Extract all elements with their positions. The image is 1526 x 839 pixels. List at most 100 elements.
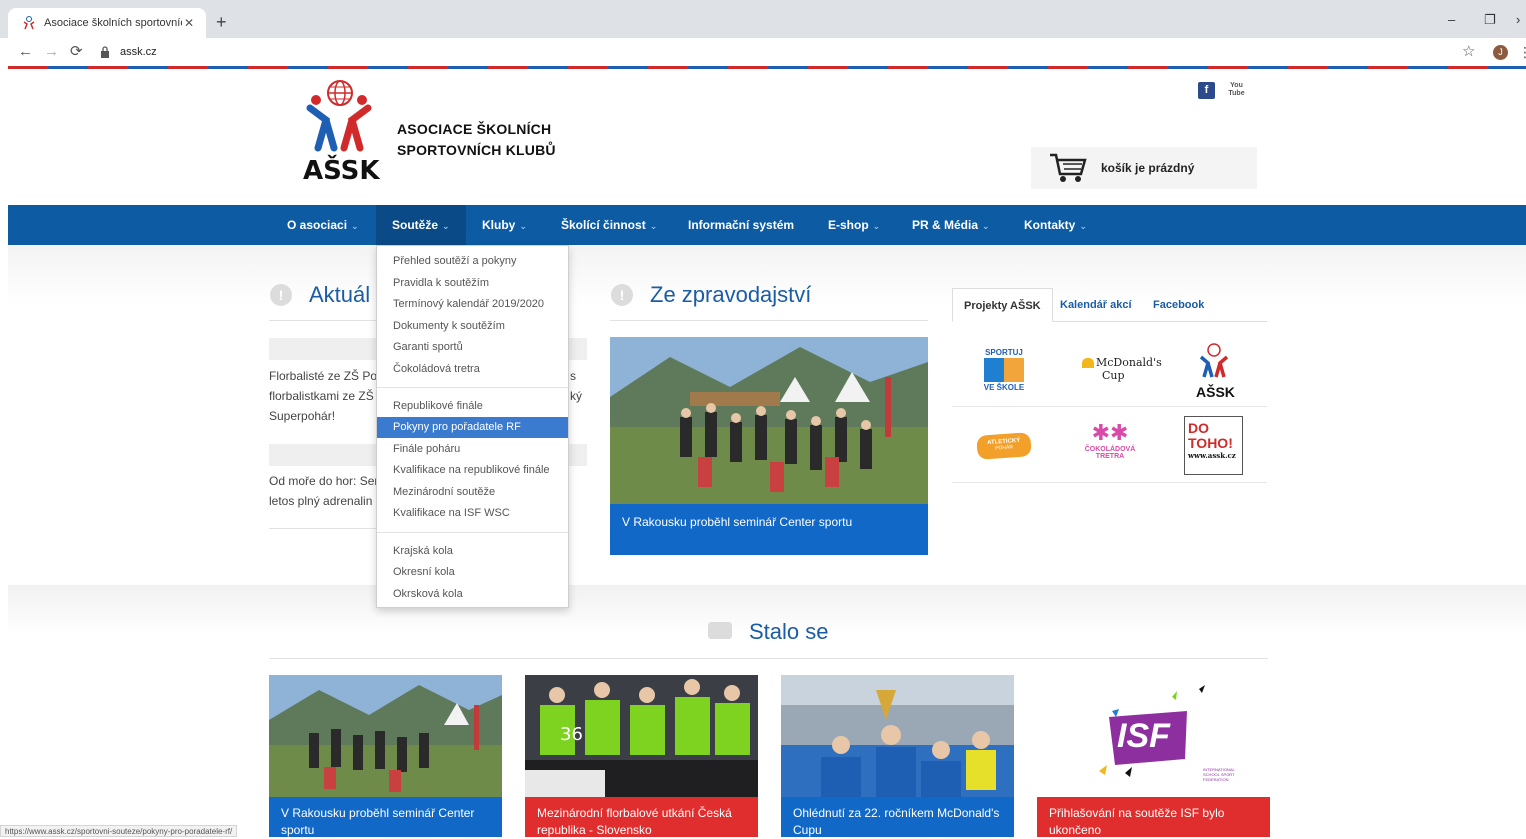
cart-icon: [1050, 153, 1087, 182]
nav-label: Soutěže: [392, 218, 439, 232]
assk-logo[interactable]: AŠSK: [300, 78, 380, 188]
profile-avatar[interactable]: J: [1493, 45, 1508, 60]
logo-mcdonalds-cup[interactable]: McDonald's Cup: [1080, 356, 1162, 386]
news-item-florbal[interactable]: Florbalisté ze ZŠ Po florbalistkami ze Z…: [269, 366, 377, 426]
news-item-od-more[interactable]: Od moře do hor: Ser letos plný adrenalin: [269, 471, 378, 511]
minimize-icon[interactable]: –: [1448, 12, 1455, 27]
menu-item-terminovy-kalendar[interactable]: Termínový kalendář 2019/2020: [377, 294, 568, 315]
card-caption[interactable]: Ohlédnutí za 22. ročníkem McDonald's Cup…: [781, 797, 1014, 837]
card-photo-rakousko[interactable]: [269, 675, 502, 797]
menu-item-republikove-finale[interactable]: Republikové finále: [377, 396, 568, 417]
youtube-icon[interactable]: You Tube: [1228, 82, 1245, 99]
reload-icon[interactable]: ⟳: [70, 43, 83, 61]
menu-item-cokoladova-tretra[interactable]: Čokoládová tretra: [377, 359, 568, 380]
logo-sportuj-graphic: [984, 358, 1024, 382]
nav-item-skolici-cinnost[interactable]: Školící činnost ⌄: [561, 205, 657, 245]
news-photo-rakousko[interactable]: [610, 337, 928, 504]
mcdonalds-arch-icon: [1082, 358, 1094, 368]
chevron-down-icon: ⌄: [649, 221, 658, 231]
nav-label: Kontakty: [1024, 218, 1076, 232]
browser-tabstrip: Asociace školních sportovních kl ✕ + – ❐…: [0, 0, 1526, 38]
nav-item-kontakty[interactable]: Kontakty ⌄: [1024, 205, 1087, 245]
menu-item-kvalifikace-isf[interactable]: Kvalifikace na ISF WSC: [377, 503, 568, 524]
chevron-down-icon: ⌄: [351, 221, 359, 231]
close-tab-icon[interactable]: ✕: [182, 16, 196, 30]
section-title-aktuality: Aktuál: [309, 282, 371, 307]
logo-do-toho[interactable]: DO TOHO! www.assk.cz: [1184, 416, 1243, 475]
nav-label: O asociaci: [287, 218, 348, 232]
organization-name: ASOCIACE ŠKOLNÍCH SPORTOVNÍCH KLUBŮ: [397, 119, 556, 161]
tretra-figures-icon: ✱✱: [1091, 420, 1129, 445]
logo-sportuj-bottom: VE ŠKOLE: [983, 383, 1025, 392]
close-window-icon[interactable]: ›: [1516, 12, 1520, 27]
tab-projekty[interactable]: Projekty AŠSK: [952, 288, 1053, 322]
card-photo-isf[interactable]: ISF INTERNATIONAL SCHOOL SPORT FEDERATIO…: [1037, 675, 1270, 797]
exclamation-icon: !: [611, 284, 633, 306]
logo-assk-small[interactable]: AŠSK: [1196, 343, 1235, 400]
menu-divider: [377, 387, 568, 388]
logo-cokoladova-tretra[interactable]: ✱✱ ČOKOLÁDOVÁ TRETRA: [1082, 420, 1138, 472]
forward-arrow-icon[interactable]: →: [44, 43, 59, 61]
menu-item-pravidla[interactable]: Pravidla k soutěžím: [377, 273, 568, 294]
logo-dotoho-url: www.assk.cz: [1188, 451, 1236, 460]
menu-item-prehled-soutezi[interactable]: Přehled soutěží a pokyny: [377, 251, 568, 272]
news-bar: [269, 338, 376, 360]
nav-item-o-asociaci[interactable]: O asociaci ⌄: [287, 205, 359, 245]
chevron-down-icon: ⌄: [982, 221, 990, 231]
projects-tabs: Projekty AŠSK Kalendář akcí Facebook: [952, 288, 1267, 322]
news-line: ký: [570, 389, 582, 403]
browser-tab[interactable]: Asociace školních sportovních kl ✕: [8, 8, 206, 38]
menu-item-dokumenty[interactable]: Dokumenty k soutěžím: [377, 316, 568, 337]
svg-text:36: 36: [560, 724, 583, 745]
section-title-stalo-se: Stalo se: [749, 619, 829, 644]
card-caption[interactable]: Mezinárodní florbalové utkání Česká repu…: [525, 797, 758, 837]
isf-logo-subtitle: INTERNATIONAL SCHOOL SPORT FEDERATION: [1203, 767, 1235, 782]
nav-item-souteze[interactable]: Soutěže ⌄: [376, 205, 466, 245]
nav-item-pr-media[interactable]: PR & Média ⌄: [912, 205, 990, 245]
news-caption[interactable]: V Rakousku proběhl seminář Center sportu: [610, 504, 928, 555]
logo-sportuj-top: SPORTUJ: [985, 348, 1023, 357]
logo-assk-text: AŠSK: [1196, 384, 1235, 400]
menu-item-okrskova-kola[interactable]: Okrsková kola: [377, 584, 568, 605]
back-arrow-icon[interactable]: ←: [18, 43, 33, 61]
menu-item-krajska-kola[interactable]: Krajská kola: [377, 541, 568, 562]
menu-item-garanti-sportu[interactable]: Garanti sportů: [377, 337, 568, 358]
logo-do-text: DO: [1188, 420, 1209, 436]
menu-item-finale-poharu[interactable]: Finále poháru: [377, 439, 568, 460]
menu-item-okresni-kola[interactable]: Okresní kola: [377, 562, 568, 583]
menu-item-kvalifikace-rf[interactable]: Kvalifikace na republikové finále: [377, 460, 568, 481]
menu-item-mezinarodni-souteze[interactable]: Mezinárodní soutěže: [377, 482, 568, 503]
bookmark-star-icon[interactable]: ☆: [1462, 42, 1475, 60]
menu-item-pokyny-poradatele-rf[interactable]: Pokyny pro pořadatele RF: [377, 417, 568, 438]
facebook-icon[interactable]: f: [1198, 82, 1215, 99]
divider: [269, 320, 376, 321]
org-name-line2: SPORTOVNÍCH KLUBŮ: [397, 142, 556, 158]
shopping-cart[interactable]: košík je prázdný: [1031, 147, 1257, 189]
card-caption[interactable]: Přihlašování na soutěže ISF bylo ukončen…: [1037, 797, 1270, 837]
logo-mcdonalds-sub: Cup: [1102, 369, 1125, 382]
card-caption[interactable]: V Rakousku proběhl seminář Center sportu: [269, 797, 502, 837]
card-photo-florbal[interactable]: 36: [525, 675, 758, 797]
news-bar: [269, 444, 376, 466]
logo-atleticky-pohar[interactable]: ATLETICKÝ POHÁR: [976, 432, 1032, 460]
card-photo-mcdonalds[interactable]: [781, 675, 1014, 797]
restore-icon[interactable]: ❐: [1484, 12, 1496, 28]
tab-kalendar[interactable]: Kalendář akcí: [1060, 288, 1132, 322]
address-bar[interactable]: assk.cz: [100, 41, 1524, 63]
main-navigation: O asociaci ⌄ Soutěže ⌄ Kluby ⌄ Školící činn…: [8, 205, 1526, 245]
menu-divider: [377, 532, 568, 533]
isf-logo-text: ISF: [1117, 717, 1170, 755]
news-line: Od moře do hor: Ser: [269, 474, 379, 488]
browser-menu-icon[interactable]: ⋮: [1518, 44, 1526, 61]
news-line: Superpohár!: [269, 409, 336, 423]
logo-sportuj[interactable]: SPORTUJ VE ŠKOLE: [982, 348, 1026, 392]
news-item-florbal-tail[interactable]: s ký: [570, 366, 582, 406]
new-tab-button[interactable]: +: [216, 13, 227, 31]
nav-item-eshop[interactable]: E-shop ⌄: [828, 205, 880, 245]
nav-item-kluby[interactable]: Kluby ⌄: [482, 205, 527, 245]
divider: [952, 482, 1267, 483]
cart-status: košík je prázdný: [1101, 161, 1195, 175]
nav-item-informacni-system[interactable]: Informační systém: [688, 205, 794, 245]
tab-facebook[interactable]: Facebook: [1153, 288, 1204, 322]
org-name-line1: ASOCIACE ŠKOLNÍCH: [397, 121, 552, 137]
